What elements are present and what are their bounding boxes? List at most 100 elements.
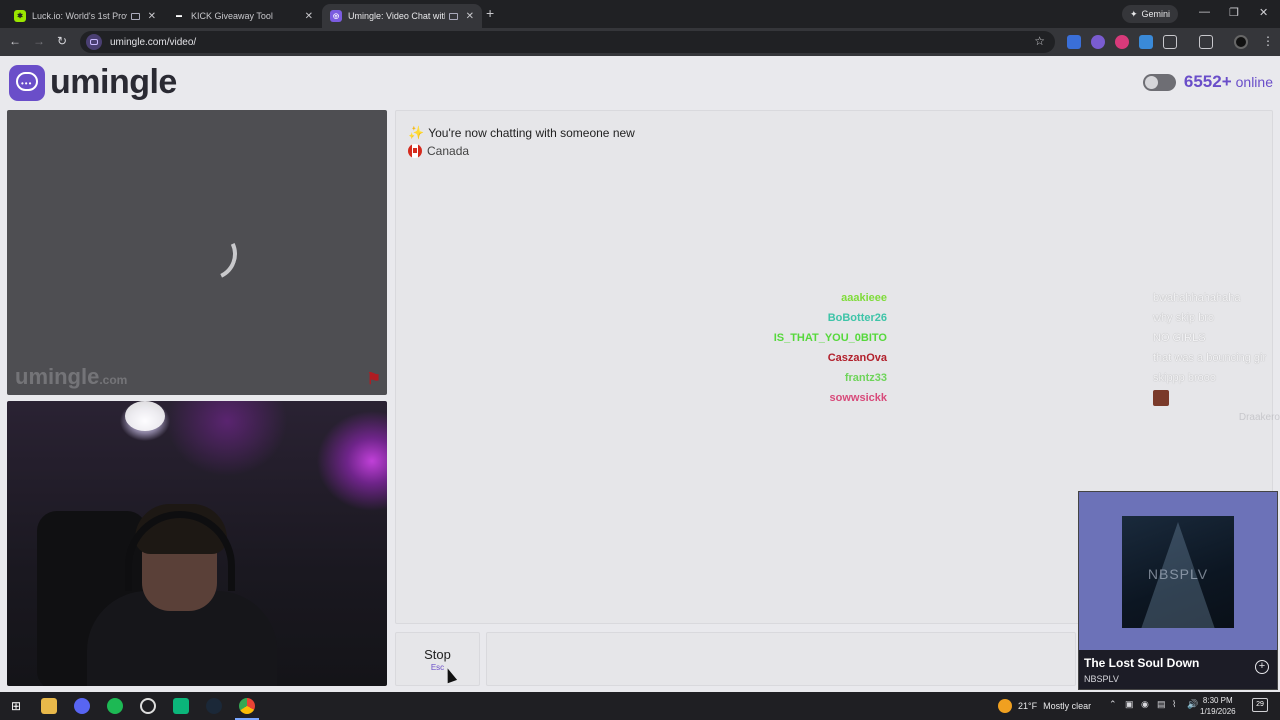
tab-luck[interactable]: ✱ Luck.io: World's 1st Provabl ✕ [6, 4, 164, 28]
tab-kick[interactable]: ▬ KICK Giveaway Tool ✕ [165, 4, 321, 28]
chat-text: that was a bouncing gir [1153, 352, 1267, 364]
side-panel-icon[interactable] [1199, 35, 1213, 49]
system-message: ✨ You're now chatting with someone new [408, 125, 635, 141]
umingle-favicon-icon: ◎ [330, 10, 342, 22]
extension-icon[interactable] [1115, 35, 1129, 49]
stop-label: Stop [424, 647, 451, 662]
weather-widget[interactable]: 21°F Mostly clear [998, 699, 1091, 713]
stranger-country: Canada [408, 144, 469, 158]
clock-date: 1/19/2026 [1200, 707, 1236, 716]
chat-text: skippp brooo [1153, 372, 1216, 384]
gemini-icon: ✦ [1130, 8, 1138, 19]
weather-icon [998, 699, 1012, 713]
umingle-logo[interactable]: ••• umingle [9, 63, 177, 102]
chat-username: sowwsickk [829, 392, 887, 404]
weather-text: Mostly clear [1043, 701, 1092, 711]
chat-username: BoBotter26 [827, 312, 887, 324]
add-track-icon[interactable]: + [1255, 660, 1269, 674]
menu-icon[interactable]: ⋮ [1262, 34, 1274, 48]
taskbar-clock[interactable]: 8:30 PM 1/19/2026 [1200, 695, 1236, 717]
system-message-text: You're now chatting with someone new [428, 126, 635, 140]
chat-username: frantz33 [844, 372, 887, 384]
spotify-icon[interactable] [107, 698, 123, 714]
chat-username: aaakieee [841, 292, 887, 304]
address-bar[interactable]: umingle.com/video/ ☆ [80, 31, 1055, 53]
tab-title: Luck.io: World's 1st Provabl [32, 11, 127, 21]
minimize-icon[interactable]: — [1199, 6, 1210, 18]
media-icon [130, 12, 140, 20]
wifi-icon[interactable]: ▤ [1157, 699, 1166, 710]
app-icon[interactable] [173, 698, 189, 714]
logo-text: umingle [50, 63, 177, 101]
online-label: online [1235, 74, 1273, 90]
close-tab-icon[interactable]: ✕ [466, 11, 474, 22]
chat-text: why skip bro [1153, 312, 1215, 324]
tray-chevron-icon[interactable]: ⌃ [1109, 699, 1117, 710]
browser-tab-bar: ✱ Luck.io: World's 1st Provabl ✕ ▬ KICK … [0, 0, 1280, 28]
windows-start-icon[interactable]: ⊞ [8, 698, 24, 714]
chat-text: NO GIRLS [1153, 332, 1206, 344]
chat-bubble-logo-icon: ••• [9, 64, 45, 101]
media-icon [448, 12, 458, 20]
close-window-icon[interactable]: ✕ [1259, 6, 1268, 19]
steam-icon[interactable] [206, 698, 222, 714]
windows-taskbar: ⊞ 21°F Mostly clear ⌃ ▣ ◉ ▤ ⌇ 🔊 8:30 PM … [0, 692, 1280, 720]
track-artist: NBSPLV [1084, 674, 1119, 684]
notification-center-icon[interactable]: 29 [1252, 698, 1268, 712]
room-light [125, 401, 165, 431]
close-tab-icon[interactable]: ✕ [148, 11, 156, 22]
luck-favicon-icon: ✱ [14, 10, 26, 22]
tray-app-icon[interactable]: ◉ [1141, 699, 1149, 710]
extension-icon[interactable] [1139, 35, 1153, 49]
loading-spinner-icon [177, 220, 245, 288]
video-watermark: umingle.com [15, 364, 128, 389]
close-tab-icon[interactable]: ✕ [305, 11, 313, 22]
country-name: Canada [427, 144, 470, 158]
chat-username: CaszanOva [827, 352, 887, 364]
tab-title: Umingle: Video Chat with S [348, 11, 445, 21]
extension-icon[interactable] [1067, 35, 1081, 49]
chrome-icon[interactable] [235, 698, 259, 720]
faded-chat-username: Draakero [1238, 412, 1280, 423]
stop-button[interactable]: Stop Esc [395, 632, 480, 686]
album-cover-text: NBSPLV [1147, 566, 1209, 582]
volume-icon[interactable]: 🔊 [1187, 699, 1198, 710]
extension-icon[interactable] [1091, 35, 1105, 49]
self-camera-video [7, 401, 387, 686]
discord-icon[interactable] [74, 698, 90, 714]
now-playing-widget: NBSPLV The Lost Soul Down NBSPLV + [1078, 491, 1278, 690]
tab-umingle[interactable]: ◎ Umingle: Video Chat with S ✕ [322, 4, 482, 28]
theme-toggle[interactable] [1142, 73, 1176, 91]
browser-toolbar: ← → ↻ umingle.com/video/ ☆ ⋮ [0, 28, 1280, 56]
forward-icon[interactable]: → [33, 34, 45, 48]
kick-favicon-icon: ▬ [176, 13, 182, 19]
gemini-button[interactable]: ✦ Gemini [1122, 5, 1179, 23]
online-count: 6552+ [1183, 72, 1232, 91]
canada-flag-icon [408, 144, 422, 158]
back-icon[interactable]: ← [9, 34, 21, 48]
album-cover: NBSPLV [1122, 516, 1234, 628]
message-input[interactable] [486, 632, 1076, 686]
restore-icon[interactable]: ❐ [1229, 6, 1239, 19]
profile-avatar[interactable] [1234, 35, 1248, 49]
tray-app-icon[interactable]: ▣ [1125, 699, 1134, 710]
sparkle-icon: ✨ [408, 125, 425, 140]
extensions-puzzle-icon[interactable] [1163, 35, 1177, 49]
obs-icon[interactable] [140, 698, 156, 714]
new-tab-button[interactable]: + [486, 5, 494, 21]
clock-time: 8:30 PM [1202, 696, 1233, 705]
reload-icon[interactable]: ↻ [57, 34, 67, 48]
site-info-icon[interactable] [86, 34, 102, 50]
chat-username: IS_THAT_YOU_0BITO [773, 332, 887, 344]
gemini-label: Gemini [1141, 9, 1171, 19]
track-title: The Lost Soul Down [1084, 656, 1200, 670]
report-flag-icon[interactable]: ⚑ [367, 369, 381, 389]
tab-title: KICK Giveaway Tool [191, 11, 273, 21]
file-explorer-icon[interactable] [41, 698, 57, 714]
temperature: 21°F [1018, 701, 1038, 711]
network-icon[interactable]: ⌇ [1172, 699, 1176, 710]
chat-text: bwahahhahahaha [1153, 292, 1241, 304]
url-text: umingle.com/video/ [110, 36, 197, 48]
bookmark-star-icon[interactable]: ☆ [1034, 34, 1045, 48]
online-status: 6552+ online [1142, 72, 1273, 92]
